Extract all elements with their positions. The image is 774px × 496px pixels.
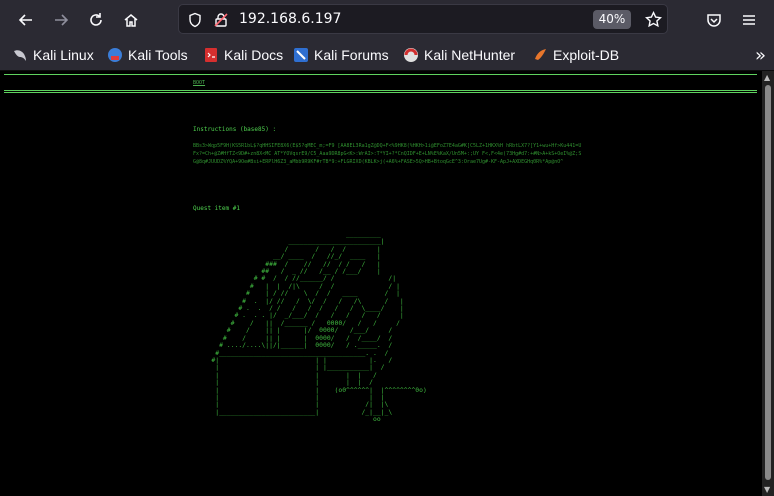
bookmark-kali-tools[interactable]: Kali Tools [107,45,188,65]
base85-text: BBs3>Wqp5F9H(KS5R1bL$?qHHSIFE8X6(E$5?qME… [193,143,582,165]
home-icon [124,14,138,27]
ascii-art-computer: _________ ________________________| / / … [211,230,427,424]
kali-forums-icon [294,48,308,62]
scroll-up-arrow-icon[interactable]: ▲ [764,73,770,82]
pocket-button[interactable] [702,8,726,32]
scroll-down-arrow-icon[interactable]: ▼ [764,485,770,494]
bookmark-label: Exploit-DB [553,47,620,63]
page-viewport: BOOT Instructions (base85) : BBs3>Wqp5F9… [0,71,762,496]
bookmark-label: Kali Forums [314,47,389,63]
header-divider [4,90,757,91]
nethunter-icon [404,48,418,62]
menu-button[interactable] [737,8,761,32]
page-link[interactable]: BOOT [193,80,205,86]
shield-icon[interactable] [187,12,203,28]
bookmark-exploit-db[interactable]: Exploit-DB [532,45,619,65]
insecure-lock-icon[interactable] [213,12,229,28]
bookmark-star-icon[interactable] [645,11,662,28]
scroll-thumb[interactable] [765,85,771,480]
bookmark-label: Kali NetHunter [424,47,516,63]
reload-icon [90,13,102,26]
bookmark-label: Kali Tools [128,47,188,63]
page-scrollbar[interactable]: ▲ ▼ [762,71,774,496]
forward-button[interactable] [49,8,73,32]
bookmark-kali-docs[interactable]: Kali Docs [203,45,283,65]
zoom-level-badge[interactable]: 40% [593,10,631,29]
instructions-title: Instructions (base85) : [193,126,277,133]
kali-dragon-icon [14,50,26,61]
bookmark-kali-linux[interactable]: Kali Linux [12,45,94,65]
address-bar[interactable]: 192.168.6.197 40% [178,4,668,34]
hamburger-menu-icon [743,15,755,25]
pocket-icon [707,14,721,27]
kali-docs-icon [205,48,217,62]
bookmark-kali-nethunter[interactable]: Kali NetHunter [403,45,515,65]
top-divider [4,74,757,75]
forward-arrow-icon [55,14,69,26]
quest-item-title: Quest item #1 [193,205,240,212]
exploit-db-icon [535,49,546,60]
back-button[interactable] [14,8,38,32]
back-arrow-icon [18,14,32,26]
bookmark-label: Kali Docs [224,47,284,63]
kali-tools-icon [108,48,122,62]
bookmark-label: Kali Linux [33,47,94,63]
bookmarks-toolbar: Kali Linux Kali Tools Kali Docs Kali For… [0,40,774,71]
header-divider-2 [4,92,757,93]
bookmark-kali-forums[interactable]: Kali Forums [293,45,389,65]
url-text[interactable]: 192.168.6.197 [239,11,341,27]
home-button[interactable] [119,8,143,32]
bookmarks-overflow-chevron-icon[interactable]: » [755,45,766,66]
browser-toolbar: 192.168.6.197 40% [0,0,774,40]
reload-button[interactable] [84,8,108,32]
